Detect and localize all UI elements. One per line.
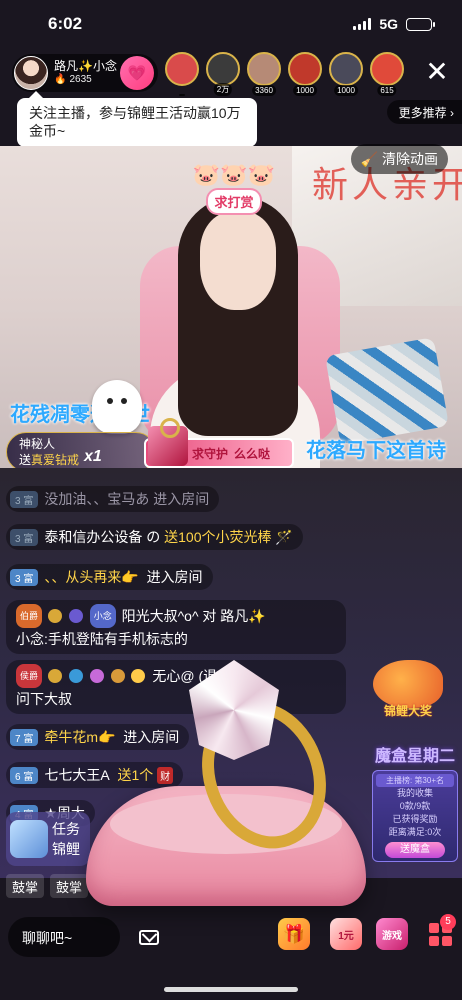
gift-icon: 🎁	[282, 923, 306, 944]
status-bar: 6:02 5G	[0, 0, 462, 48]
follow-heart-button[interactable]: 💗	[120, 56, 154, 90]
notification-badge: 5	[440, 914, 456, 930]
more-recommend-button[interactable]: 更多推荐 ›	[386, 100, 462, 124]
guard-request-bar[interactable]: 求守护 么么哒	[144, 418, 294, 468]
task-widget[interactable]: 任务 锦鲤	[6, 812, 90, 866]
crown-icon	[47, 669, 62, 683]
chat-row[interactable]: 7 富 牵牛花m👉 进入房间	[6, 724, 190, 750]
crown-icon	[47, 609, 62, 623]
host-name: 路凡✨小念	[54, 59, 117, 74]
broom-icon: 🧹	[360, 150, 378, 167]
ring-icon	[160, 418, 180, 438]
noble-badge: 伯爵	[16, 604, 43, 628]
mail-button[interactable]	[132, 920, 166, 954]
follow-tooltip: 关注主播，参与锦鲤王活动赢10万金币~	[17, 91, 257, 147]
fan-badge: 小念	[89, 604, 116, 628]
host-avatar[interactable]	[14, 56, 48, 90]
host-hot-count: 2635	[69, 74, 92, 86]
heart-icon: 💗	[127, 65, 147, 82]
clear-animation-button[interactable]: 🧹 清除动画	[350, 144, 448, 174]
close-icon[interactable]: ✕	[422, 58, 452, 86]
chat-row[interactable]: 3 富 泰和信办公设备 の 送100个小荧光棒 🪄	[6, 524, 303, 550]
medal-icon	[110, 669, 125, 683]
gift-notification-banner: 神秘人 送真爱钻戒	[6, 432, 156, 472]
glowstick-icon: 🪄	[275, 528, 293, 545]
home-indicator[interactable]	[164, 987, 298, 992]
network-label: 5G	[379, 16, 398, 32]
viewer-avatar[interactable]: 3360	[246, 52, 282, 96]
medal-icon	[68, 609, 83, 623]
floating-lyric-right: 花落马下这首诗	[306, 438, 446, 462]
chat-row[interactable]: 伯爵 小念 阳光大叔^o^ 对 路凡✨ 小念:手机登陆有手机标志的	[6, 600, 346, 654]
viewer-avatar[interactable]: 1000	[328, 52, 364, 96]
gift-button[interactable]: 🎁	[278, 918, 310, 950]
chat-row[interactable]: 3 富 没加油、、宝马あ 进入房间	[6, 486, 220, 512]
money-bag-icon: 财	[157, 766, 174, 784]
koi-prize-button[interactable]: 锦鲤大奖	[364, 660, 452, 726]
pig-icon: 🐷🐷🐷	[192, 162, 276, 187]
clock: 6:02	[48, 14, 83, 33]
signal-icon	[353, 18, 372, 30]
send-box-button[interactable]: 送魔盒	[385, 842, 445, 858]
medal-icon	[68, 669, 83, 683]
chat-row[interactable]: 侯爵 无心@ (退)：你 问下大叔	[6, 660, 346, 714]
chat-row[interactable]: 3 富 、、从头再来👉 进入房间	[6, 564, 213, 590]
noble-badge: 侯爵	[16, 664, 43, 688]
chat-input[interactable]: 聊聊吧~	[8, 917, 120, 957]
robot-mascot-icon	[92, 380, 142, 434]
one-yuan-button[interactable]: 1元	[330, 918, 362, 950]
viewer-avatar[interactable]	[164, 52, 200, 96]
battery-icon	[406, 17, 435, 31]
gift-count: x1	[84, 448, 102, 465]
game-button[interactable]: 游戏	[376, 918, 408, 950]
koi-icon	[373, 660, 443, 708]
flame-icon: 🔥	[54, 74, 67, 86]
mystery-box-widget[interactable]: 魔盒星期二 主播榜: 第30+名 我的收集 0款/9款 已获得奖励 距离满足:0…	[372, 742, 458, 894]
mail-icon	[139, 929, 159, 945]
viewer-avatar[interactable]: 2万	[205, 52, 241, 96]
reward-request-sticker: 🐷🐷🐷 求打赏	[188, 162, 280, 224]
top-viewers-list: 2万 3360 1000 1000 615	[164, 52, 405, 96]
medal-icon	[131, 669, 146, 683]
medal-icon	[89, 669, 104, 683]
task-icon	[10, 820, 48, 858]
chat-row[interactable]: 6 富 七七大王A 送1个 财	[6, 762, 184, 788]
viewer-avatar[interactable]: 615	[369, 52, 405, 96]
viewer-avatar[interactable]: 1000	[287, 52, 323, 96]
